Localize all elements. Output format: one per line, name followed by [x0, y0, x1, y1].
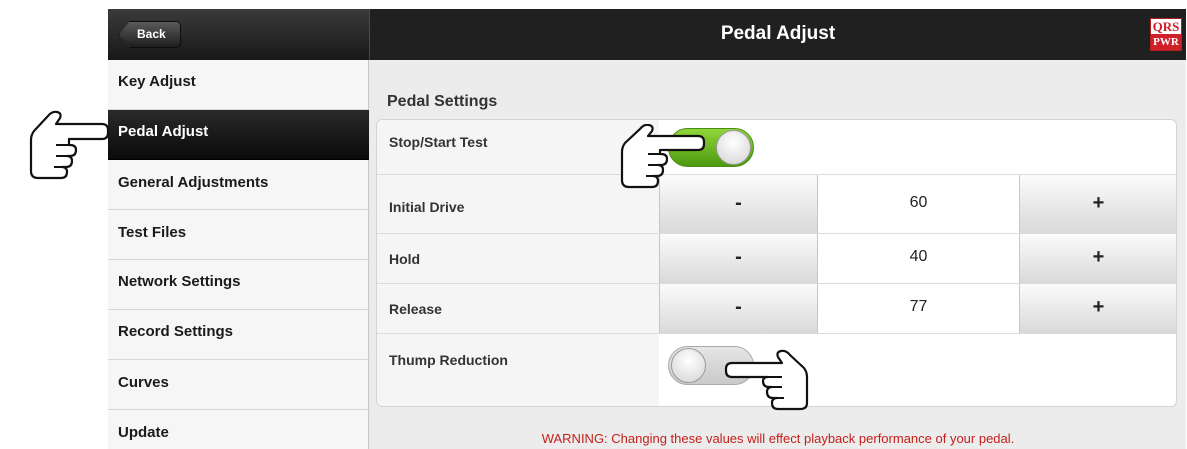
page-title: Pedal Adjust — [720, 23, 836, 44]
sidebar-item-test-files[interactable]: Test Files — [108, 210, 369, 260]
warning-message: WARNING: Changing these values will effe… — [541, 431, 1015, 446]
initial-drive-row: Initial Drive - 60 + — [377, 175, 1176, 234]
qrs-pwr-logo: QRS PWR — [1150, 18, 1182, 51]
hold-row: Hold - 40 + — [377, 234, 1176, 284]
stop-start-label: Stop/Start Test — [389, 134, 488, 150]
release-value: 77 — [818, 284, 1019, 333]
section-title: Pedal Settings — [387, 93, 498, 110]
back-button[interactable]: Back — [119, 21, 181, 48]
sidebar-item-key-adjust[interactable]: Key Adjust — [108, 60, 369, 110]
hold-label: Hold — [389, 251, 421, 267]
stop-start-row: Stop/Start Test — [377, 120, 1176, 175]
thump-reduction-label: Thump Reduction — [389, 352, 508, 368]
hold-value: 40 — [818, 234, 1019, 283]
release-label: Release — [389, 301, 442, 317]
release-decrement-button[interactable]: - — [659, 284, 818, 333]
release-increment-button[interactable]: + — [1019, 284, 1176, 333]
sidebar-item-network-settings[interactable]: Network Settings — [108, 260, 369, 310]
toggle-knob — [716, 130, 751, 165]
toggle-knob — [671, 348, 706, 383]
sidebar-item-record-settings[interactable]: Record Settings — [108, 310, 369, 360]
logo-bottom-text: PWR — [1151, 34, 1181, 50]
top-bar: Back Pedal Adjust QRS PWR — [108, 9, 1186, 60]
sidebar-item-pedal-adjust[interactable]: Pedal Adjust — [108, 110, 369, 160]
logo-top-text: QRS — [1152, 19, 1180, 34]
app-window: Back Pedal Adjust QRS PWR Key Adjust Ped… — [108, 9, 1186, 449]
sidebar-item-curves[interactable]: Curves — [108, 360, 369, 410]
hold-increment-button[interactable]: + — [1019, 234, 1176, 283]
hold-decrement-button[interactable]: - — [659, 234, 818, 283]
sidebar-item-general-adjustments[interactable]: General Adjustments — [108, 160, 369, 210]
sidebar-item-update[interactable]: Update — [108, 410, 369, 449]
pointing-hand-icon — [29, 110, 110, 180]
sidebar: Key Adjust Pedal Adjust General Adjustme… — [108, 60, 369, 449]
pointing-hand-icon — [620, 124, 706, 189]
initial-drive-value: 60 — [818, 175, 1019, 233]
release-row: Release - 77 + — [377, 284, 1176, 334]
initial-drive-label: Initial Drive — [389, 199, 465, 215]
initial-drive-increment-button[interactable]: + — [1019, 175, 1176, 233]
pointing-hand-icon — [724, 349, 809, 411]
